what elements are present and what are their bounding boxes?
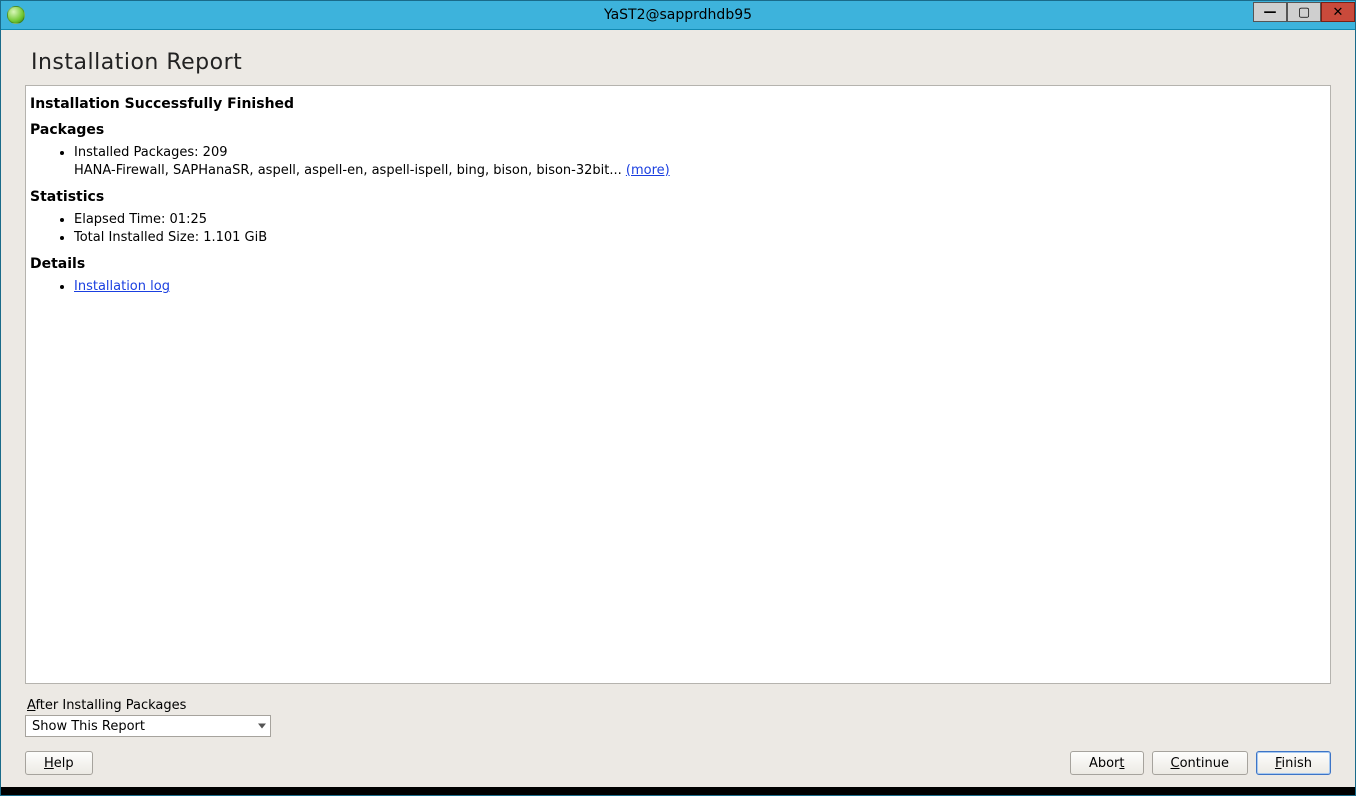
maximize-icon: ▢ — [1298, 6, 1310, 19]
total-installed-size: Total Installed Size: 1.101 GiB — [74, 229, 1330, 247]
packages-heading: Packages — [30, 122, 1330, 138]
report-pane: Installation Successfully Finished Packa… — [25, 85, 1331, 684]
report-heading: Installation Successfully Finished — [30, 96, 1330, 112]
window-buttons: — ▢ ✕ — [1253, 1, 1355, 29]
statistics-list: Elapsed Time: 01:25 Total Installed Size… — [74, 211, 1330, 246]
packages-more-link[interactable]: (more) — [626, 163, 670, 178]
yast-icon — [7, 6, 25, 24]
elapsed-time: Elapsed Time: 01:25 — [74, 211, 1330, 229]
button-row: Help Abort Continue Finish — [25, 751, 1331, 775]
chevron-down-icon — [258, 724, 266, 729]
installed-packages: Installed Packages: 209 HANA-Firewall, S… — [74, 144, 1330, 179]
content-area: Installation Report Installation Success… — [1, 30, 1355, 787]
yast-window: YaST2@sapprdhdb95 — ▢ ✕ Installation Rep… — [0, 0, 1356, 796]
abort-button[interactable]: Abort — [1070, 751, 1144, 775]
bottom-controls: After Installing Packages Show This Repo… — [25, 694, 1331, 775]
maximize-button[interactable]: ▢ — [1287, 2, 1321, 22]
details-list: Installation log — [74, 278, 1330, 296]
details-heading: Details — [30, 256, 1330, 272]
installed-packages-label: Installed Packages: 209 — [74, 145, 228, 160]
finish-button[interactable]: Finish — [1256, 751, 1331, 775]
after-installing-combo[interactable]: Show This Report — [25, 715, 271, 737]
window-title: YaST2@sapprdhdb95 — [1, 7, 1355, 23]
close-button[interactable]: ✕ — [1321, 2, 1355, 22]
minimize-button[interactable]: — — [1253, 2, 1287, 22]
after-installing-label: After Installing Packages — [27, 698, 1331, 713]
continue-button[interactable]: Continue — [1152, 751, 1248, 775]
packages-sample: HANA-Firewall, SAPHanaSR, aspell, aspell… — [74, 163, 626, 178]
titlebar[interactable]: YaST2@sapprdhdb95 — ▢ ✕ — [1, 1, 1355, 30]
footer-bar — [1, 787, 1355, 795]
statistics-heading: Statistics — [30, 189, 1330, 205]
packages-list: Installed Packages: 209 HANA-Firewall, S… — [74, 144, 1330, 179]
after-installing-selected: Show This Report — [32, 719, 145, 734]
page-title: Installation Report — [31, 50, 1331, 75]
minimize-icon: — — [1264, 6, 1277, 19]
close-icon: ✕ — [1333, 6, 1344, 19]
installation-log-link[interactable]: Installation log — [74, 279, 170, 294]
help-button[interactable]: Help — [25, 751, 93, 775]
details-item: Installation log — [74, 278, 1330, 296]
